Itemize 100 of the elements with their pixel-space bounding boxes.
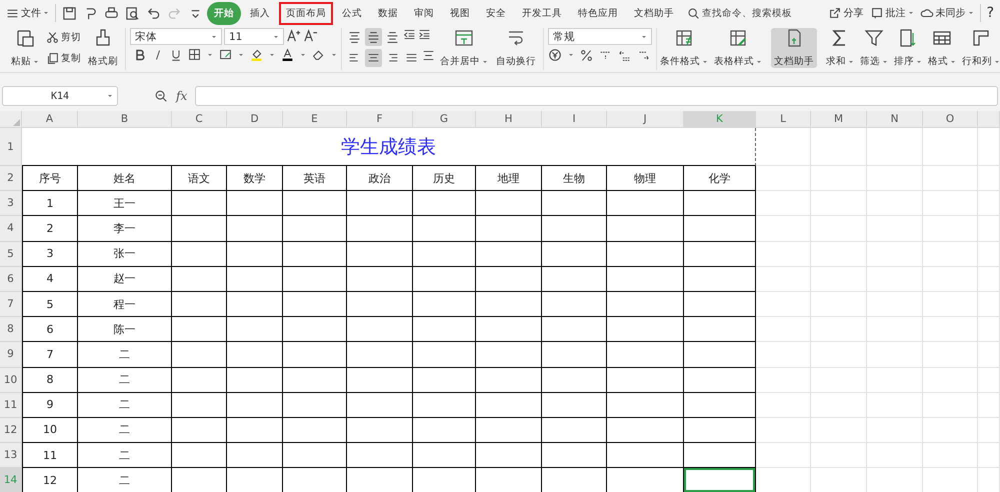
empty-cell — [283, 191, 347, 216]
column-header[interactable]: H — [476, 111, 542, 128]
align-button[interactable] — [365, 49, 382, 67]
ribbon-tab[interactable]: 特色应用 — [571, 2, 625, 24]
table-cell: 6 — [22, 317, 78, 342]
row-header[interactable]: 8 — [0, 317, 22, 342]
format-painter-button[interactable]: 格式刷 — [85, 28, 121, 68]
empty-cell — [476, 418, 542, 444]
empty-cell — [867, 128, 923, 166]
column-header[interactable]: G — [413, 111, 476, 128]
copy-button[interactable]: 复制 — [44, 49, 83, 67]
toolbar-action[interactable]: 未同步 — [918, 4, 976, 22]
empty-cell — [172, 242, 227, 267]
wrap-text-button[interactable]: 自动换行 — [493, 28, 539, 68]
table-cell: 赵一 — [78, 266, 172, 292]
toolbar-action[interactable]: 分享 — [826, 4, 866, 22]
empty-cell — [476, 216, 542, 242]
column-header[interactable]: E — [283, 111, 347, 128]
column-header[interactable]: L — [756, 111, 811, 128]
underline-icon — [170, 48, 182, 60]
column-header[interactable]: A — [22, 111, 78, 128]
ribbon-tab[interactable]: 安全 — [479, 2, 513, 24]
column-header[interactable]: I — [542, 111, 607, 128]
ribbon-button[interactable]: 行和列 — [959, 28, 1000, 68]
ribbon-tab[interactable]: 视图 — [443, 2, 477, 24]
row-header[interactable]: 9 — [0, 342, 22, 368]
caret-icon — [300, 52, 306, 58]
row-header[interactable]: 1 — [0, 128, 22, 166]
row-header[interactable]: 4 — [0, 216, 22, 242]
empty-cell — [542, 368, 607, 393]
empty-cell — [756, 166, 811, 192]
table-cell: 二 — [78, 468, 172, 492]
ribbon-tab[interactable]: 页面布局 — [279, 2, 333, 24]
empty-cell — [756, 128, 811, 166]
empty-cell — [476, 191, 542, 216]
ribbon-tab[interactable]: 插入 — [243, 2, 277, 24]
ribbon-button[interactable]: 文档助手 — [771, 28, 817, 68]
column-header[interactable]: M — [811, 111, 867, 128]
ribbon-button[interactable]: 条件格式 — [657, 28, 711, 68]
ribbon-button[interactable]: 排序 — [891, 28, 925, 68]
row-header[interactable]: 2 — [0, 166, 22, 192]
formula-input[interactable] — [195, 86, 998, 106]
ribbon-tab[interactable]: 文档助手 — [627, 2, 681, 24]
ribbon-button[interactable]: 筛选 — [857, 28, 891, 68]
row-header[interactable]: 5 — [0, 242, 22, 267]
table-cell: 二 — [78, 418, 172, 444]
column-header[interactable]: F — [347, 111, 413, 128]
empty-cell — [978, 216, 1000, 242]
print-icon — [104, 6, 119, 20]
column-header[interactable]: C — [172, 111, 227, 128]
empty-cell — [227, 191, 283, 216]
column-header[interactable]: J — [607, 111, 684, 128]
row-header[interactable]: 13 — [0, 443, 22, 468]
ribbon-tab[interactable]: 数据 — [371, 2, 405, 24]
ribbon-button[interactable]: 格式 — [925, 28, 959, 68]
empty-cell — [811, 266, 867, 292]
ribbon-tab[interactable]: 公式 — [335, 2, 369, 24]
ribbon-tab[interactable]: 审阅 — [407, 2, 441, 24]
number-format-dropdown[interactable]: 常规 — [548, 28, 652, 45]
row-header[interactable]: 11 — [0, 392, 22, 418]
table-cell: 李一 — [78, 216, 172, 242]
empty-cell — [476, 292, 542, 318]
column-header[interactable]: N — [867, 111, 923, 128]
ribbon-tab[interactable]: 开发工具 — [515, 2, 569, 24]
filter-icon — [864, 28, 884, 48]
column-header[interactable]: B — [78, 111, 172, 128]
search-command[interactable]: 查找命令、搜索模板 — [702, 6, 792, 20]
name-box[interactable]: K14 — [2, 86, 118, 106]
increase-font-icon — [286, 28, 301, 43]
column-header[interactable]: O — [923, 111, 978, 128]
empty-cell — [978, 242, 1000, 267]
file-menu[interactable]: 文件 — [4, 4, 51, 22]
empty-cell — [413, 292, 476, 318]
function-button[interactable]: fx — [176, 89, 188, 103]
cut-button[interactable]: 剪切 — [44, 28, 83, 46]
empty-cell — [867, 443, 923, 468]
toolbar-action[interactable]: 批注 — [868, 4, 916, 22]
row-header[interactable]: 6 — [0, 266, 22, 292]
help-button[interactable]: ? — [984, 3, 996, 23]
row-header[interactable]: 3 — [0, 191, 22, 216]
distribute-icon — [422, 49, 435, 62]
align-button[interactable] — [365, 28, 382, 46]
empty-cell — [283, 216, 347, 242]
empty-cell — [811, 443, 867, 468]
row-header[interactable]: 7 — [0, 292, 22, 318]
empty-cell — [172, 368, 227, 393]
merge-center-button[interactable]: 合并居中 — [437, 28, 491, 68]
empty-cell — [867, 317, 923, 342]
cell-style-icon — [219, 48, 232, 61]
empty-cell — [476, 368, 542, 393]
column-header[interactable]: D — [227, 111, 283, 128]
ribbon-button[interactable]: 求和 — [823, 28, 857, 68]
font-size-dropdown[interactable]: 11 — [224, 28, 284, 45]
row-header[interactable]: 10 — [0, 368, 22, 393]
selected-cell[interactable] — [684, 468, 756, 492]
paste-button[interactable]: 粘贴 — [8, 28, 42, 68]
align-left-icon — [348, 52, 361, 64]
font-name-dropdown[interactable]: 宋体 — [130, 28, 222, 45]
ribbon-button[interactable]: 表格样式 — [711, 28, 765, 68]
row-header[interactable]: 12 — [0, 418, 22, 444]
